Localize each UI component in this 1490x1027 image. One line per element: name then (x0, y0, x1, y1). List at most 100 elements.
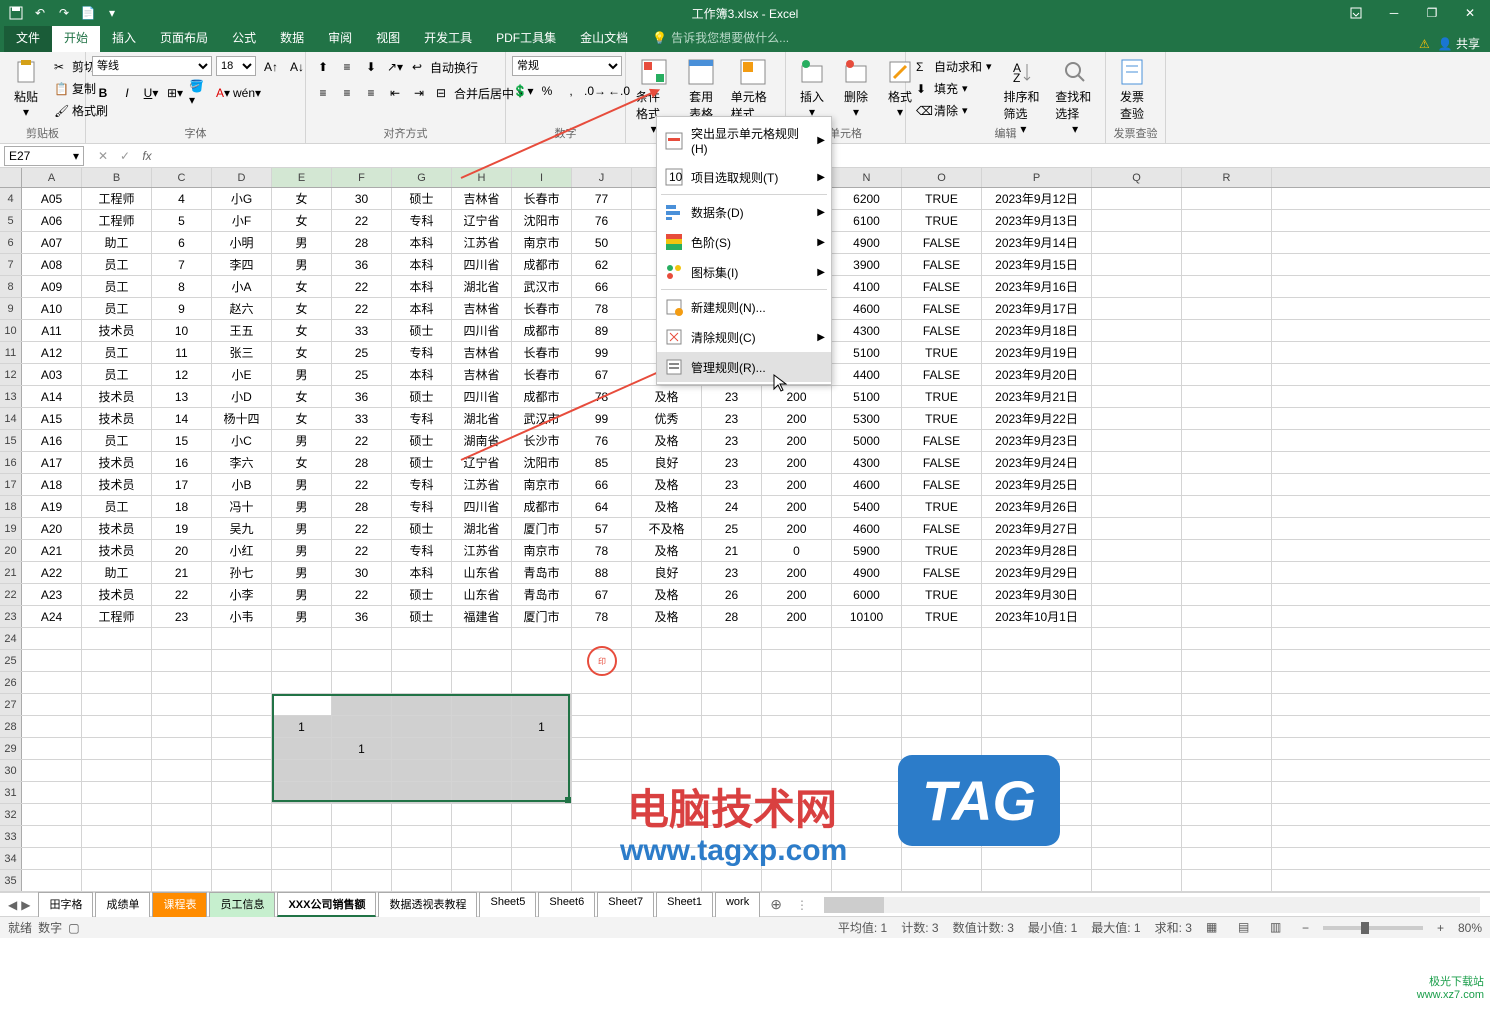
align-center-icon[interactable]: ≡ (336, 82, 358, 104)
cell-A13[interactable]: A14 (22, 386, 82, 407)
menu-top-rules[interactable]: 10项目选取规则(T)▶ (657, 162, 831, 192)
cell-P27[interactable] (982, 694, 1092, 715)
cell-M18[interactable]: 200 (762, 496, 832, 517)
cell-J15[interactable]: 76 (572, 430, 632, 451)
cell-L15[interactable]: 23 (702, 430, 762, 451)
cell-D5[interactable]: 小F (212, 210, 272, 231)
horizontal-scrollbar[interactable] (824, 897, 1480, 913)
cell-E4[interactable]: 女 (272, 188, 332, 209)
cell-P4[interactable]: 2023年9月12日 (982, 188, 1092, 209)
cell-G28[interactable] (392, 716, 452, 737)
indent-right-icon[interactable]: ⇥ (408, 82, 430, 104)
cell-H21[interactable]: 山东省 (452, 562, 512, 583)
percent-icon[interactable]: % (536, 80, 558, 102)
menu-clear-rules[interactable]: 清除规则(C)▶ (657, 322, 831, 352)
cell-I7[interactable]: 成都市 (512, 254, 572, 275)
cell-K28[interactable] (632, 716, 702, 737)
cell-Q7[interactable] (1092, 254, 1182, 275)
cell-O30[interactable] (902, 760, 982, 781)
cell-R18[interactable] (1182, 496, 1272, 517)
cell-L29[interactable] (702, 738, 762, 759)
menu-data-bars[interactable]: 数据条(D)▶ (657, 197, 831, 227)
cell-J12[interactable]: 67 (572, 364, 632, 385)
cell-B20[interactable]: 技术员 (82, 540, 152, 561)
cell-O11[interactable]: TRUE (902, 342, 982, 363)
cell-N22[interactable]: 6000 (832, 584, 902, 605)
cell-M20[interactable]: 0 (762, 540, 832, 561)
cell-F6[interactable]: 28 (332, 232, 392, 253)
row-header-21[interactable]: 21 (0, 562, 22, 583)
cell-C31[interactable] (152, 782, 212, 803)
cell-D18[interactable]: 冯十 (212, 496, 272, 517)
cell-K15[interactable]: 及格 (632, 430, 702, 451)
cell-N15[interactable]: 5000 (832, 430, 902, 451)
zoom-level[interactable]: 80% (1458, 921, 1482, 935)
cell-O35[interactable] (902, 870, 982, 891)
cell-P5[interactable]: 2023年9月13日 (982, 210, 1092, 231)
cell-H28[interactable] (452, 716, 512, 737)
cell-E16[interactable]: 女 (272, 452, 332, 473)
cell-J4[interactable]: 77 (572, 188, 632, 209)
sheet-tab-8[interactable]: Sheet7 (597, 892, 654, 917)
cell-J5[interactable]: 76 (572, 210, 632, 231)
cell-I17[interactable]: 南京市 (512, 474, 572, 495)
cell-D28[interactable] (212, 716, 272, 737)
cell-G9[interactable]: 本科 (392, 298, 452, 319)
cell-H4[interactable]: 吉林省 (452, 188, 512, 209)
cell-H12[interactable]: 吉林省 (452, 364, 512, 385)
cell-O12[interactable]: FALSE (902, 364, 982, 385)
cell-P24[interactable] (982, 628, 1092, 649)
cell-R4[interactable] (1182, 188, 1272, 209)
cell-B31[interactable] (82, 782, 152, 803)
cell-F9[interactable]: 22 (332, 298, 392, 319)
cell-K26[interactable] (632, 672, 702, 693)
cell-G31[interactable] (392, 782, 452, 803)
increase-decimal-icon[interactable]: .0→ (584, 80, 606, 102)
row-header-16[interactable]: 16 (0, 452, 22, 473)
cell-D16[interactable]: 李六 (212, 452, 272, 473)
cell-N13[interactable]: 5100 (832, 386, 902, 407)
cell-B35[interactable] (82, 870, 152, 891)
cell-G25[interactable] (392, 650, 452, 671)
cell-C24[interactable] (152, 628, 212, 649)
cell-C20[interactable]: 20 (152, 540, 212, 561)
cell-H7[interactable]: 四川省 (452, 254, 512, 275)
tab-scroll-right-icon[interactable]: ▶ (21, 898, 30, 912)
cell-P25[interactable] (982, 650, 1092, 671)
cell-A30[interactable] (22, 760, 82, 781)
cell-F25[interactable] (332, 650, 392, 671)
cell-F15[interactable]: 22 (332, 430, 392, 451)
cell-G8[interactable]: 本科 (392, 276, 452, 297)
row-header-34[interactable]: 34 (0, 848, 22, 869)
row-header-15[interactable]: 15 (0, 430, 22, 451)
zoom-slider[interactable] (1323, 926, 1423, 930)
cell-R26[interactable] (1182, 672, 1272, 693)
col-header-N[interactable]: N (832, 168, 902, 187)
cell-F31[interactable] (332, 782, 392, 803)
menu-icon-sets[interactable]: 图标集(I)▶ (657, 257, 831, 287)
cell-R11[interactable] (1182, 342, 1272, 363)
cell-G30[interactable] (392, 760, 452, 781)
cell-J22[interactable]: 67 (572, 584, 632, 605)
cell-C23[interactable]: 23 (152, 606, 212, 627)
cell-L26[interactable] (702, 672, 762, 693)
cell-L19[interactable]: 25 (702, 518, 762, 539)
cell-P11[interactable]: 2023年9月19日 (982, 342, 1092, 363)
cell-R14[interactable] (1182, 408, 1272, 429)
cell-N5[interactable]: 6100 (832, 210, 902, 231)
cell-D21[interactable]: 孙七 (212, 562, 272, 583)
align-right-icon[interactable]: ≡ (360, 82, 382, 104)
cell-K16[interactable]: 良好 (632, 452, 702, 473)
cell-Q34[interactable] (1092, 848, 1182, 869)
row-header-28[interactable]: 28 (0, 716, 22, 737)
cell-R16[interactable] (1182, 452, 1272, 473)
cell-R28[interactable] (1182, 716, 1272, 737)
cell-L13[interactable]: 23 (702, 386, 762, 407)
cell-K18[interactable]: 及格 (632, 496, 702, 517)
cell-O10[interactable]: FALSE (902, 320, 982, 341)
cell-C33[interactable] (152, 826, 212, 847)
row-header-8[interactable]: 8 (0, 276, 22, 297)
cell-O20[interactable]: TRUE (902, 540, 982, 561)
cell-N18[interactable]: 5400 (832, 496, 902, 517)
row-header-33[interactable]: 33 (0, 826, 22, 847)
